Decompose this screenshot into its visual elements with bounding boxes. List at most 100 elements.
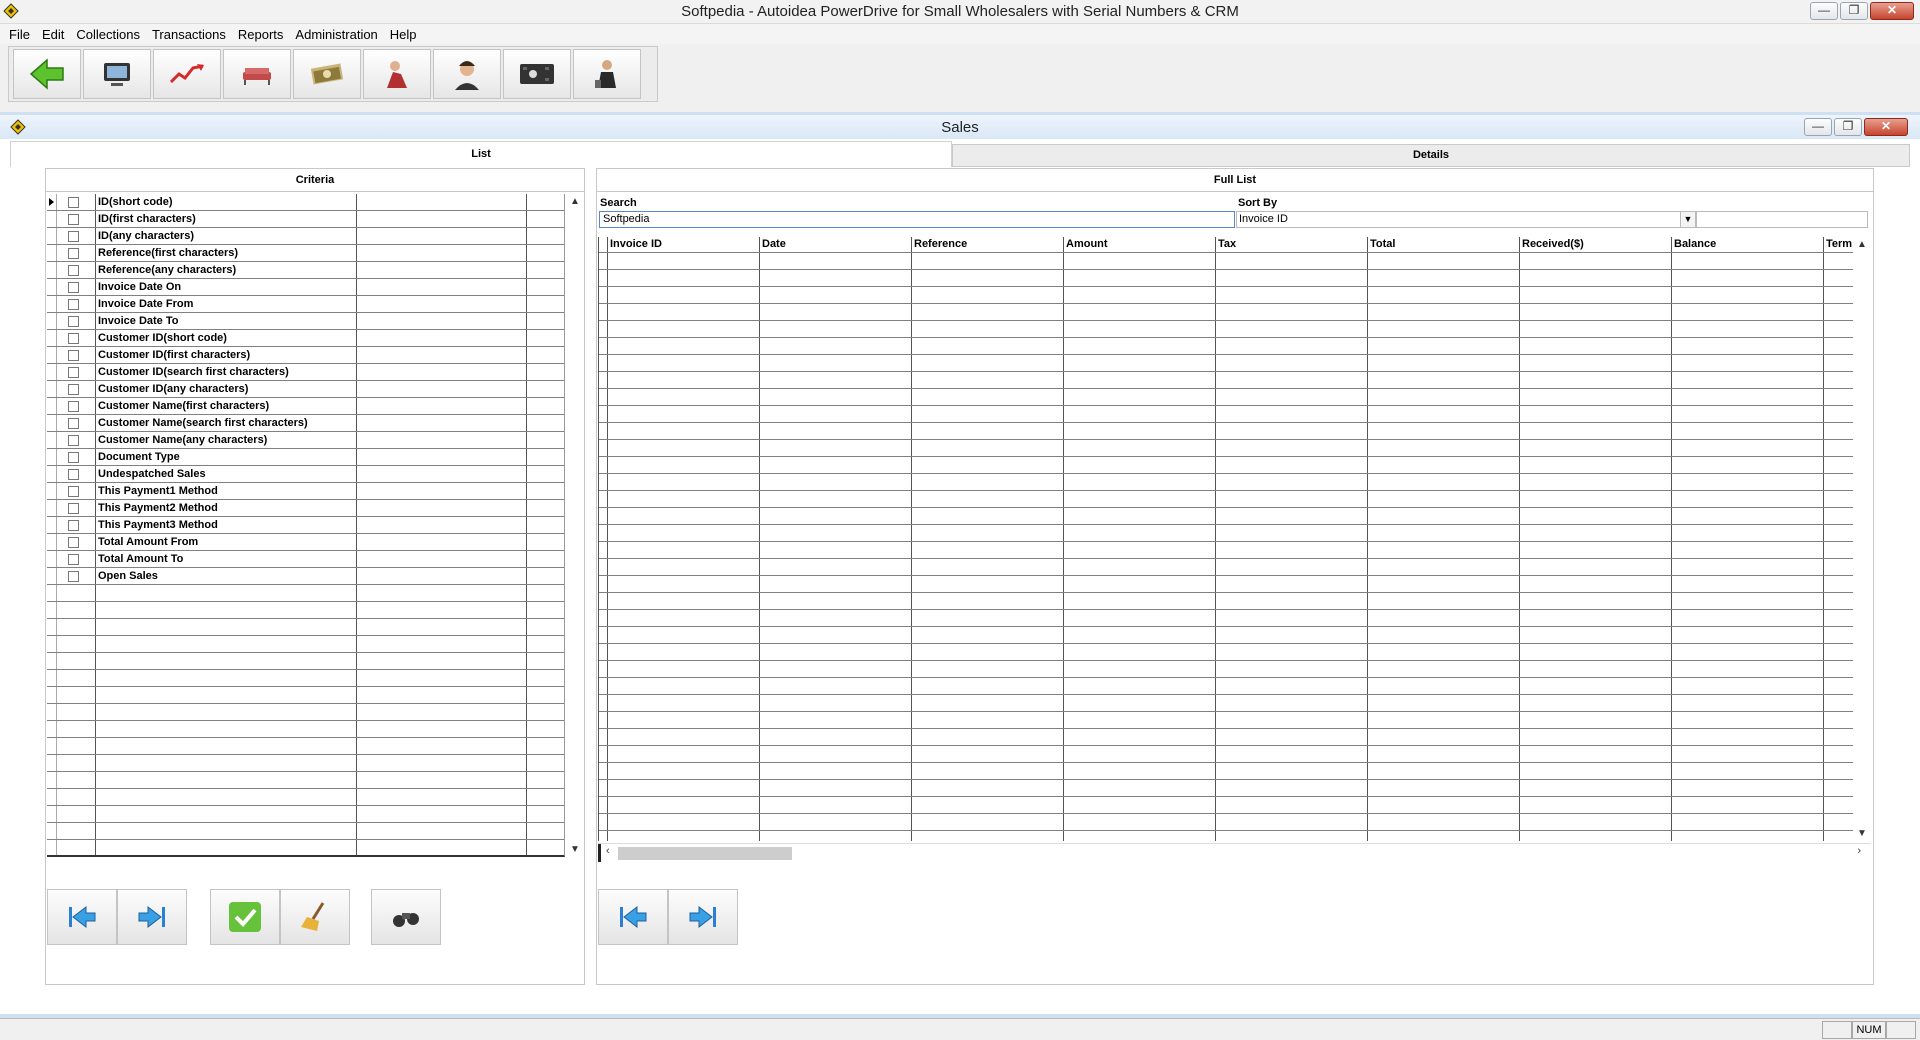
criteria-prev-button[interactable]	[47, 889, 117, 945]
table-cell[interactable]	[1064, 542, 1216, 558]
table-cell[interactable]	[912, 508, 1064, 524]
menu-transactions[interactable]: Transactions	[146, 27, 232, 42]
table-cell[interactable]	[1064, 763, 1216, 779]
table-cell[interactable]	[912, 593, 1064, 609]
table-cell[interactable]	[1520, 780, 1672, 796]
row-selector[interactable]	[599, 321, 608, 337]
criteria-checkbox[interactable]	[68, 537, 79, 548]
table-cell[interactable]	[608, 712, 760, 728]
criteria-value-cell[interactable]	[357, 823, 527, 839]
table-cell[interactable]	[1520, 695, 1672, 711]
criteria-extra-cell[interactable]	[527, 483, 564, 499]
criteria-value-cell[interactable]	[357, 636, 527, 652]
row-selector[interactable]	[599, 355, 608, 371]
row-selector[interactable]	[599, 338, 608, 354]
criteria-row[interactable]: Customer Name(first characters)	[47, 398, 564, 415]
table-cell[interactable]	[608, 338, 760, 354]
table-cell[interactable]	[760, 627, 912, 643]
table-row[interactable]	[599, 729, 1853, 746]
criteria-value-cell[interactable]	[357, 466, 527, 482]
table-cell[interactable]	[1824, 321, 1852, 337]
criteria-row[interactable]: Total Amount To	[47, 551, 564, 568]
criteria-value-cell[interactable]	[357, 789, 527, 805]
criteria-row[interactable]	[47, 653, 564, 670]
table-cell[interactable]	[1368, 457, 1520, 473]
criteria-row[interactable]: Document Type	[47, 449, 564, 466]
row-selector[interactable]	[47, 279, 57, 295]
table-cell[interactable]	[1824, 661, 1852, 677]
table-cell[interactable]	[1064, 389, 1216, 405]
table-cell[interactable]	[1672, 678, 1824, 694]
criteria-value-cell[interactable]	[357, 330, 527, 346]
column-header[interactable]: Amount	[1064, 237, 1216, 252]
table-cell[interactable]	[760, 508, 912, 524]
table-cell[interactable]	[1824, 814, 1852, 830]
table-cell[interactable]	[608, 270, 760, 286]
table-cell[interactable]	[760, 797, 912, 813]
row-selector[interactable]	[599, 729, 608, 745]
criteria-row[interactable]: Invoice Date On	[47, 279, 564, 296]
scroll-left-icon[interactable]: ‹	[606, 845, 610, 857]
table-cell[interactable]	[1520, 814, 1672, 830]
table-cell[interactable]	[1368, 406, 1520, 422]
search-input[interactable]: Softpedia	[599, 211, 1235, 228]
column-header[interactable]: Tax	[1216, 237, 1368, 252]
table-cell[interactable]	[1824, 695, 1852, 711]
row-selector[interactable]	[599, 780, 608, 796]
tab-list[interactable]: List	[10, 141, 952, 167]
table-cell[interactable]	[608, 355, 760, 371]
criteria-extra-cell[interactable]	[527, 568, 564, 584]
table-cell[interactable]	[1520, 729, 1672, 745]
row-selector[interactable]	[599, 644, 608, 660]
criteria-value-cell[interactable]	[357, 806, 527, 822]
table-cell[interactable]	[1064, 729, 1216, 745]
criteria-value-cell[interactable]	[357, 653, 527, 669]
table-cell[interactable]	[1368, 338, 1520, 354]
table-cell[interactable]	[1520, 610, 1672, 626]
close-button[interactable]: ✕	[1870, 2, 1914, 20]
table-cell[interactable]	[1216, 661, 1368, 677]
criteria-extra-cell[interactable]	[527, 330, 564, 346]
table-cell[interactable]	[1064, 814, 1216, 830]
table-cell[interactable]	[1672, 525, 1824, 541]
table-cell[interactable]	[760, 593, 912, 609]
table-cell[interactable]	[1672, 508, 1824, 524]
table-cell[interactable]	[1064, 406, 1216, 422]
row-selector[interactable]	[47, 823, 57, 839]
criteria-extra-cell[interactable]	[527, 738, 564, 754]
table-cell[interactable]	[1064, 270, 1216, 286]
criteria-checkbox[interactable]	[68, 282, 79, 293]
criteria-checkbox[interactable]	[68, 231, 79, 242]
back-button[interactable]	[13, 49, 81, 99]
table-cell[interactable]	[760, 304, 912, 320]
table-cell[interactable]	[912, 746, 1064, 762]
criteria-value-cell[interactable]	[357, 228, 527, 244]
table-row[interactable]	[599, 763, 1853, 780]
table-cell[interactable]	[1824, 797, 1852, 813]
table-cell[interactable]	[1368, 542, 1520, 558]
table-row[interactable]	[599, 610, 1853, 627]
table-cell[interactable]	[1824, 746, 1852, 762]
table-cell[interactable]	[1672, 423, 1824, 439]
criteria-checkbox[interactable]	[68, 503, 79, 514]
table-cell[interactable]	[760, 457, 912, 473]
table-cell[interactable]	[760, 576, 912, 592]
table-cell[interactable]	[1216, 372, 1368, 388]
criteria-row[interactable]	[47, 670, 564, 687]
table-cell[interactable]	[1824, 423, 1852, 439]
row-selector[interactable]	[47, 789, 57, 805]
table-cell[interactable]	[1216, 729, 1368, 745]
criteria-extra-cell[interactable]	[527, 602, 564, 618]
table-cell[interactable]	[760, 389, 912, 405]
criteria-value-cell[interactable]	[357, 704, 527, 720]
criteria-value-cell[interactable]	[357, 296, 527, 312]
row-selector[interactable]	[47, 381, 57, 397]
row-selector[interactable]	[47, 347, 57, 363]
table-cell[interactable]	[1216, 270, 1368, 286]
table-cell[interactable]	[1368, 678, 1520, 694]
table-row[interactable]	[599, 304, 1853, 321]
table-cell[interactable]	[1368, 814, 1520, 830]
criteria-extra-cell[interactable]	[527, 347, 564, 363]
row-selector[interactable]	[599, 372, 608, 388]
criteria-checkbox[interactable]	[68, 265, 79, 276]
